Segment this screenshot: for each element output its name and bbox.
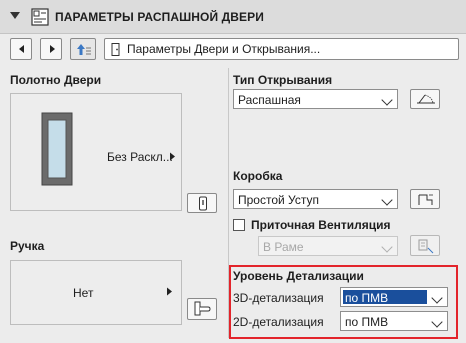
ventilation-settings-button (410, 235, 440, 256)
detail-3d-select[interactable]: по ПМВ (340, 287, 448, 307)
detail-3d-value: по ПМВ (345, 291, 389, 305)
triangle-right-icon (167, 287, 172, 296)
arrow-up-list-icon (77, 44, 91, 55)
frame-profile-icon (418, 194, 433, 205)
handle-label: Ручка (10, 239, 45, 253)
prev-page-button[interactable] (10, 38, 32, 60)
page-selector-dropdown[interactable]: Параметры Двери и Открывания... (104, 38, 459, 60)
door-handle-icon (199, 196, 207, 211)
frame-select[interactable]: Простой Уступ (233, 189, 398, 209)
door-leaf-option: Без Раскл... (107, 150, 173, 164)
door-leaf-picker[interactable]: Без Раскл... (10, 93, 182, 211)
chevron-down-icon (381, 194, 393, 206)
handle-option: Нет (73, 286, 94, 300)
frame-value: Простой Уступ (238, 193, 319, 207)
frame-label: Коробка (233, 169, 283, 183)
opening-type-select[interactable]: Распашная (233, 89, 398, 109)
ventilation-grille-icon (418, 239, 434, 254)
lever-handle-icon (194, 301, 211, 316)
opening-type-label: Тип Открывания (233, 73, 333, 87)
door-preview-icon (41, 112, 73, 186)
ventilation-checkbox[interactable] (233, 219, 245, 231)
chevron-down-icon (381, 241, 393, 253)
detail-2d-select[interactable]: по ПМВ (340, 311, 448, 331)
detail-2d-value: по ПМВ (345, 315, 389, 329)
detail-level-label: Уровень Детализации (233, 269, 364, 283)
triangle-left-icon (19, 45, 24, 53)
chevron-down-icon (431, 316, 443, 328)
page-selector-label: Параметры Двери и Открывания... (127, 42, 321, 56)
door-leaf-label: Полотно Двери (10, 73, 102, 87)
handle-settings-button[interactable] (187, 298, 217, 320)
ventilation-label: Приточная Вентиляция (251, 218, 391, 232)
detail-3d-label: 3D-детализация (233, 291, 324, 305)
detail-2d-label: 2D-детализация (233, 315, 324, 329)
triangle-right-icon (170, 152, 175, 161)
handle-picker[interactable]: Нет (10, 260, 182, 325)
opening-type-settings-button[interactable] (410, 89, 440, 109)
collapse-arrow-icon[interactable] (10, 12, 20, 19)
triangle-right-icon (50, 45, 55, 53)
door-icon (111, 43, 120, 56)
ventilation-select: В Раме (258, 236, 398, 256)
door-settings-icon (31, 8, 49, 26)
door-swing-icon (417, 94, 435, 104)
panel-title: ПАРАМЕТРЫ РАСПАШНОЙ ДВЕРИ (55, 10, 264, 24)
chevron-down-icon (431, 292, 443, 304)
door-handle-settings-button[interactable] (187, 193, 217, 213)
favorites-button[interactable] (70, 38, 96, 60)
next-page-button[interactable] (40, 38, 62, 60)
chevron-down-icon (381, 94, 393, 106)
frame-settings-button[interactable] (410, 189, 440, 209)
ventilation-value: В Раме (263, 240, 304, 254)
opening-type-value: Распашная (238, 93, 301, 107)
